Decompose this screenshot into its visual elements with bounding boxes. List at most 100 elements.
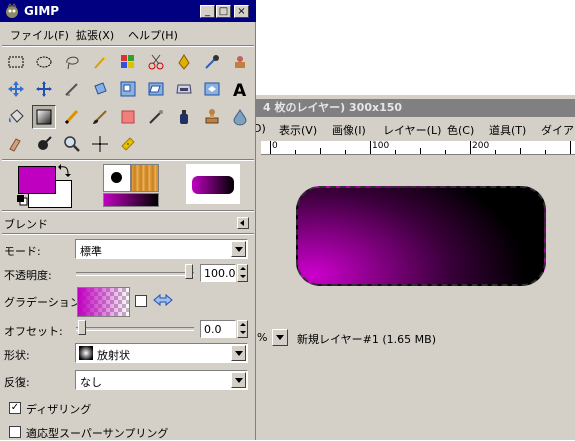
adaptive-supersampling-label: 適応型スーパーサンプリング — [26, 427, 169, 440]
panel-separator — [2, 210, 254, 212]
flip-tool[interactable] — [200, 77, 224, 101]
perspective-tool[interactable] — [172, 77, 196, 101]
close-button[interactable]: × — [234, 5, 249, 18]
opacity-slider-handle[interactable] — [185, 264, 193, 279]
fuzzy-select-tool[interactable] — [88, 50, 112, 74]
align-tool[interactable] — [32, 77, 56, 101]
menu-file[interactable]: ファイル(F) — [10, 27, 69, 43]
reverse-gradient-checkbox[interactable] — [135, 295, 147, 307]
bandage-icon — [121, 137, 135, 151]
offset-spinbox[interactable]: 0.0 — [200, 320, 236, 338]
select-by-color-tool[interactable] — [116, 50, 140, 74]
magnify-tool[interactable] — [60, 132, 84, 156]
color-picker-tool[interactable] — [200, 50, 224, 74]
brush-dot-icon — [111, 172, 122, 183]
menu-extensions[interactable]: 拡張(X) — [76, 27, 114, 43]
menu-view[interactable]: 表示(V) — [279, 122, 317, 138]
offset-slider-track[interactable] — [76, 327, 194, 331]
swap-colors-icon[interactable] — [57, 164, 71, 178]
zoom-unit: % — [257, 331, 268, 344]
scissors-icon — [148, 54, 164, 70]
color-select-icon — [121, 55, 134, 68]
blur-tool[interactable] — [228, 105, 252, 129]
dithering-checkbox[interactable]: ✓ — [9, 402, 21, 414]
menu-image[interactable]: 画像(I) — [332, 122, 366, 138]
image-window-title[interactable]: 4 枚のレイヤー) 300x150 — [253, 99, 575, 117]
repeat-label: 反復: — [4, 376, 30, 389]
bucket-fill-tool[interactable] — [4, 105, 28, 129]
offset-slider-handle[interactable] — [78, 320, 86, 335]
shape-dropdown[interactable]: 放射状 — [75, 343, 248, 363]
menu-separator — [2, 45, 254, 47]
offset-spin-buttons[interactable] — [237, 320, 248, 338]
magnifier-icon — [64, 136, 80, 152]
gradient-preview[interactable] — [103, 193, 159, 207]
menu-dialogs-partial[interactable]: ダイアロ — [541, 122, 575, 138]
dodge-burn-tool[interactable] — [32, 132, 56, 156]
tool-options-menu-button[interactable] — [237, 217, 249, 229]
shear-icon — [148, 82, 164, 96]
pattern-preview[interactable] — [131, 164, 159, 192]
active-image-preview[interactable] — [186, 164, 240, 204]
image-statusbar: % 新規レイヤー#1 (1.65 MB) — [253, 327, 575, 349]
repeat-dropdown[interactable]: なし — [75, 370, 248, 390]
pencil-tool[interactable] — [60, 105, 84, 129]
free-select-tool[interactable] — [60, 50, 84, 74]
chevron-down-icon — [231, 241, 246, 257]
text-tool[interactable]: A — [228, 77, 252, 101]
menu-layer[interactable]: レイヤー(L) — [383, 122, 441, 138]
brush-preview[interactable] — [103, 164, 131, 192]
rect-select-icon — [8, 56, 24, 68]
paths-tool[interactable] — [172, 50, 196, 74]
menu-colors[interactable]: 色(C) — [447, 122, 474, 138]
ruler-label-100: 100 — [372, 141, 390, 151]
toolbox-titlebar[interactable]: GIMP _ □ × — [0, 0, 256, 22]
zoom-tool[interactable] — [228, 50, 252, 74]
heal-tool[interactable] — [116, 132, 140, 156]
rotate-tool[interactable] — [88, 77, 112, 101]
ellipse-select-tool[interactable] — [32, 50, 56, 74]
blend-tool[interactable] — [32, 105, 56, 129]
bucket-icon — [8, 109, 24, 123]
eraser-tool[interactable] — [116, 105, 140, 129]
smudge-tool[interactable] — [4, 132, 28, 156]
opacity-slider-track[interactable] — [76, 272, 194, 276]
swap-arrows-icon[interactable] — [152, 292, 174, 308]
mode-dropdown[interactable]: 標準 — [75, 239, 248, 259]
mode-label: モード: — [4, 245, 41, 258]
opacity-spinbox[interactable]: 100.0 — [200, 264, 236, 282]
paintbrush-tool[interactable] — [88, 105, 112, 129]
zoom-unit-dropdown[interactable] — [272, 329, 288, 346]
ruler-label-0: 0 — [272, 141, 278, 151]
offset-value: 0.0 — [204, 323, 222, 336]
foreground-color-swatch[interactable] — [18, 166, 56, 194]
menu-tools[interactable]: 道具(T) — [489, 122, 526, 138]
ruler-label-200: 200 — [472, 141, 490, 151]
opacity-value: 100.0 — [204, 267, 236, 280]
rect-select-tool[interactable] — [4, 50, 28, 74]
svg-text:A: A — [233, 81, 247, 98]
measure-tool[interactable] — [88, 132, 112, 156]
scissors-select-tool[interactable] — [144, 50, 168, 74]
adaptive-supersampling-checkbox[interactable] — [9, 426, 21, 438]
horizontal-ruler: 0 100 200 — [261, 141, 575, 155]
gimp-logo-icon — [6, 3, 18, 18]
clone-tool[interactable] — [200, 105, 224, 129]
maximize-button[interactable]: □ — [216, 5, 231, 18]
gradient-selector[interactable] — [77, 287, 130, 317]
scale-tool[interactable] — [116, 77, 140, 101]
airbrush-tool[interactable] — [144, 105, 168, 129]
gradient-label: グラデーション: — [4, 296, 85, 309]
crop-tool[interactable] — [60, 77, 84, 101]
gradient-selection — [296, 186, 546, 286]
dodge-burn-icon — [38, 136, 52, 150]
move-tool[interactable] — [4, 77, 28, 101]
options-separator — [2, 233, 254, 235]
minimize-button[interactable]: _ — [200, 5, 215, 18]
ink-tool[interactable] — [172, 105, 196, 129]
menu-help[interactable]: ヘルプ(H) — [128, 27, 178, 43]
default-colors-icon[interactable] — [16, 194, 28, 206]
shear-tool[interactable] — [144, 77, 168, 101]
airbrush-icon — [149, 110, 163, 124]
opacity-spin-buttons[interactable] — [237, 264, 248, 282]
